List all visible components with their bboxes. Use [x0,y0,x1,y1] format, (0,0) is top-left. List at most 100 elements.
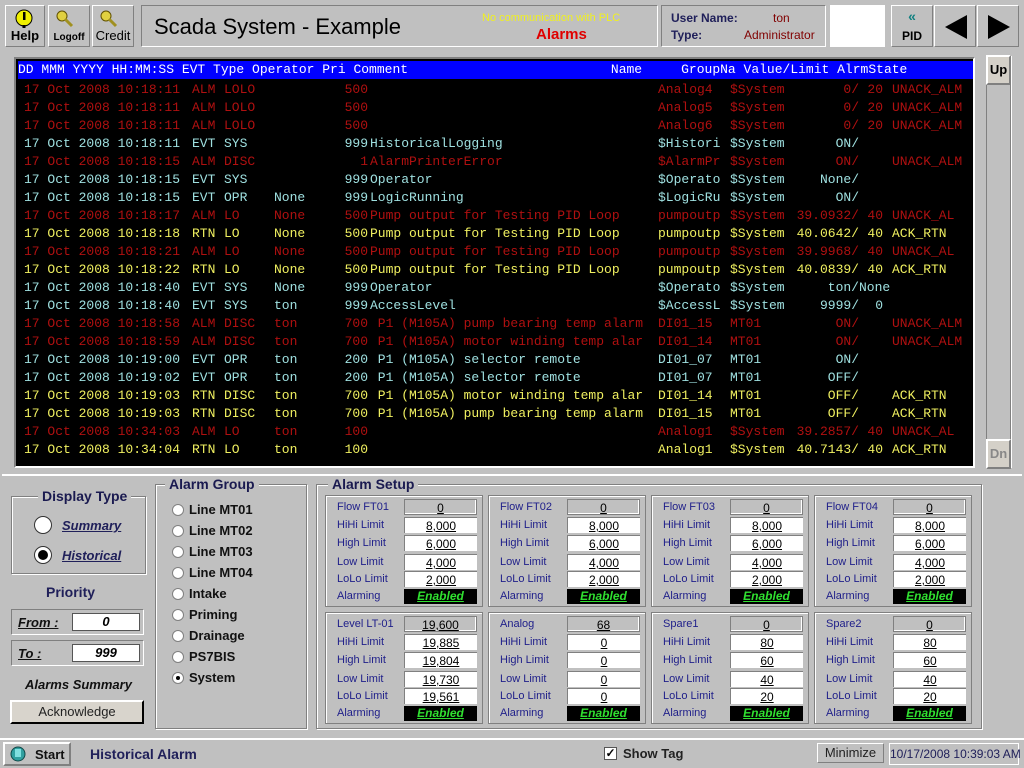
alarm-row[interactable]: 17 Oct 2008 10:18:18 RTN LO None 500 Pump out… [24,225,970,243]
pid-button[interactable]: « PID [891,5,933,47]
limit-input-hihi[interactable]: 19,885 [404,634,477,650]
limit-input-low[interactable]: 4,000 [404,554,477,570]
limit-input-hihi[interactable]: 8,000 [893,517,966,533]
minimize-button[interactable]: Minimize [817,743,884,763]
limit-input-hihi[interactable]: 80 [893,634,966,650]
alarm-row[interactable]: 17 Oct 2008 10:19:00 EVT OPR ton 200 P1 (M10… [24,351,970,369]
scroll-down-button[interactable]: Dn [986,439,1011,469]
historical-radio[interactable] [34,546,52,564]
alarm-group-label[interactable]: Line MT01 [189,502,253,517]
alarm-row[interactable]: 17 Oct 2008 10:18:11 EVT SYS 999 HistoricalL… [24,135,970,153]
limit-input-lolo[interactable]: 0 [567,688,640,704]
limit-input-lolo[interactable]: 19,561 [404,688,477,704]
limit-input-lolo[interactable]: 2,000 [730,571,803,587]
alarm-row[interactable]: 17 Oct 2008 10:18:21 ALM LO None 500 Pump out… [24,243,970,261]
scroll-up-button[interactable]: Up [986,55,1011,85]
limit-input-low[interactable]: 0 [567,671,640,687]
alarm-group-label[interactable]: Drainage [189,628,245,643]
priority-to-input[interactable]: 999 [72,644,140,662]
credit-button[interactable]: Credit [92,5,134,47]
alarm-row[interactable]: 17 Oct 2008 10:18:17 ALM LO None 500 Pump out… [24,207,970,225]
limit-input-high[interactable]: 6,000 [567,535,640,551]
next-screen-button[interactable] [977,5,1019,47]
limit-input-low[interactable]: 40 [730,671,803,687]
alarm-group-radio[interactable] [172,504,184,516]
alarm-group-label[interactable]: Line MT04 [189,565,253,580]
logoff-button[interactable]: Logoff [48,5,90,47]
alarm-group-radio[interactable] [172,588,184,600]
alarm-group-label[interactable]: Priming [189,607,237,622]
alarm-row[interactable]: 17 Oct 2008 10:18:40 EVT SYS ton 999 AccessLe… [24,297,970,315]
alarm-row[interactable]: 17 Oct 2008 10:18:11 ALM LOLO 500 Analog4 $Sy… [24,81,970,99]
alarm-group-label[interactable]: Line MT03 [189,544,253,559]
limit-input-hihi[interactable]: 8,000 [404,517,477,533]
alarm-group-radio[interactable] [172,630,184,642]
limit-input-high[interactable]: 6,000 [404,535,477,551]
alarm-row[interactable]: 17 Oct 2008 10:34:03 ALM LO ton 100 Analog1 $S… [24,423,970,441]
scroll-track[interactable] [986,55,1011,467]
limit-input-hihi[interactable]: 0 [567,634,640,650]
alarm-row[interactable]: 17 Oct 2008 10:18:15 ALM DISC 1 AlarmPrinter… [24,153,970,171]
limit-input-lolo[interactable]: 2,000 [567,571,640,587]
limit-input-lolo[interactable]: 2,000 [893,571,966,587]
alarm-row[interactable]: 17 Oct 2008 10:18:15 EVT OPR None 999 LogicRu… [24,189,970,207]
alarm-group-radio[interactable] [172,609,184,621]
show-tag-checkbox[interactable]: ✓ [604,747,617,760]
alarm-row[interactable]: 17 Oct 2008 10:34:04 RTN LO ton 100 Analog1 $S… [24,441,970,459]
alarm-row[interactable]: 17 Oct 2008 10:18:40 EVT SYS None 999 Operato… [24,279,970,297]
limit-input-high[interactable]: 19,804 [404,652,477,668]
limit-input-hihi[interactable]: 80 [730,634,803,650]
alarming-toggle[interactable]: Enabled [567,706,640,721]
start-button[interactable]: Start [3,742,71,766]
limit-input-low[interactable]: 4,000 [893,554,966,570]
alarm-group-label[interactable]: Line MT02 [189,523,253,538]
alarm-row[interactable]: 17 Oct 2008 10:18:11 ALM LOLO 500 Analog5 $Sy… [24,99,970,117]
limit-input-hihi[interactable]: 8,000 [730,517,803,533]
limit-input-low[interactable]: 19,730 [404,671,477,687]
alarming-toggle[interactable]: Enabled [893,706,966,721]
alarm-group-radio[interactable] [172,567,184,579]
help-button[interactable]: Help [5,5,45,47]
limit-input-high[interactable]: 6,000 [893,535,966,551]
limit-input-high[interactable]: 0 [567,652,640,668]
alarming-toggle[interactable]: Enabled [730,589,803,604]
limit-input-lolo[interactable]: 20 [730,688,803,704]
limit-input-lolo[interactable]: 2,000 [404,571,477,587]
alarm-group-radio[interactable] [172,672,184,684]
alarm-group-radio[interactable] [172,546,184,558]
prev-screen-button[interactable] [934,5,976,47]
alarm-group-label[interactable]: Intake [189,586,227,601]
historical-label[interactable]: Historical [62,548,121,563]
alarming-toggle[interactable]: Enabled [893,589,966,604]
alarm-row[interactable]: 17 Oct 2008 10:18:58 ALM DISC ton 700 P1 (M1… [24,315,970,333]
alarming-toggle[interactable]: Enabled [567,589,640,604]
limit-input-low[interactable]: 4,000 [730,554,803,570]
acknowledge-button[interactable]: Acknowledge [10,700,144,724]
alarm-row[interactable]: 17 Oct 2008 10:18:15 EVT SYS 999 Operator $Op… [24,171,970,189]
priority-from-input[interactable]: 0 [72,613,140,631]
alarm-group-label[interactable]: System [189,670,235,685]
alarm-group-label[interactable]: PS7BIS [189,649,235,664]
alarm-row[interactable]: 17 Oct 2008 10:19:02 EVT OPR ton 200 P1 (M10… [24,369,970,387]
alarm-grid[interactable]: DD MMM YYYY HH:MM:SS EVT Type Operator P… [14,57,975,468]
alarming-toggle[interactable]: Enabled [730,706,803,721]
show-tag-label[interactable]: Show Tag [623,746,683,761]
alarm-row[interactable]: 17 Oct 2008 10:19:03 RTN DISC ton 700 P1 (M1… [24,387,970,405]
alarm-row[interactable]: 17 Oct 2008 10:18:11 ALM LOLO 500 Analog6 $Sy… [24,117,970,135]
alarming-toggle[interactable]: Enabled [404,706,477,721]
summary-label[interactable]: Summary [62,518,121,533]
limit-input-hihi[interactable]: 8,000 [567,517,640,533]
limit-input-high[interactable]: 60 [730,652,803,668]
alarm-row[interactable]: 17 Oct 2008 10:18:59 ALM DISC ton 700 P1 (M1… [24,333,970,351]
limit-input-low[interactable]: 40 [893,671,966,687]
alarm-group-radio[interactable] [172,651,184,663]
alarm-row[interactable]: 17 Oct 2008 10:19:03 RTN DISC ton 700 P1 (M1… [24,405,970,423]
summary-radio[interactable] [34,516,52,534]
limit-input-high[interactable]: 6,000 [730,535,803,551]
limit-input-lolo[interactable]: 20 [893,688,966,704]
alarming-toggle[interactable]: Enabled [404,589,477,604]
limit-input-low[interactable]: 4,000 [567,554,640,570]
alarm-group-radio[interactable] [172,525,184,537]
alarm-row[interactable]: 17 Oct 2008 10:18:22 RTN LO None 500 Pump out… [24,261,970,279]
limit-input-high[interactable]: 60 [893,652,966,668]
